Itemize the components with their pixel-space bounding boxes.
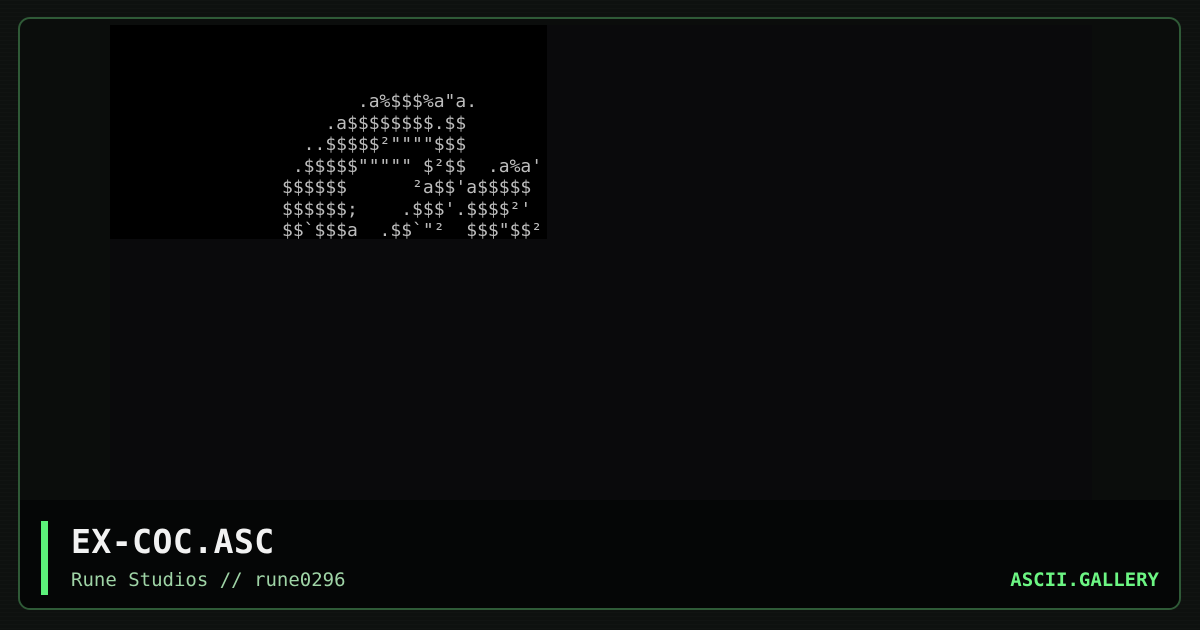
ascii-art: .a%$$$%a"a. .a$$$$$$$$.$$ ..$$$$$²""""$$…: [282, 91, 543, 239]
footer: EX-COC.ASC Rune Studios // rune0296 ASCI…: [20, 500, 1179, 608]
author-credit: Rune Studios // rune0296: [71, 569, 346, 591]
file-title: EX-COC.ASC: [71, 522, 275, 561]
art-panel: .a%$$$%a"a. .a$$$$$$$$.$$ ..$$$$$²""""$$…: [110, 25, 547, 239]
art-canvas: .a%$$$%a"a. .a$$$$$$$$.$$ ..$$$$$²""""$$…: [110, 25, 1092, 503]
preview-card: .a%$$$%a"a. .a$$$$$$$$.$$ ..$$$$$²""""$$…: [18, 17, 1181, 610]
accent-bar: [41, 521, 48, 595]
site-brand[interactable]: ASCII.GALLERY: [1010, 569, 1159, 591]
